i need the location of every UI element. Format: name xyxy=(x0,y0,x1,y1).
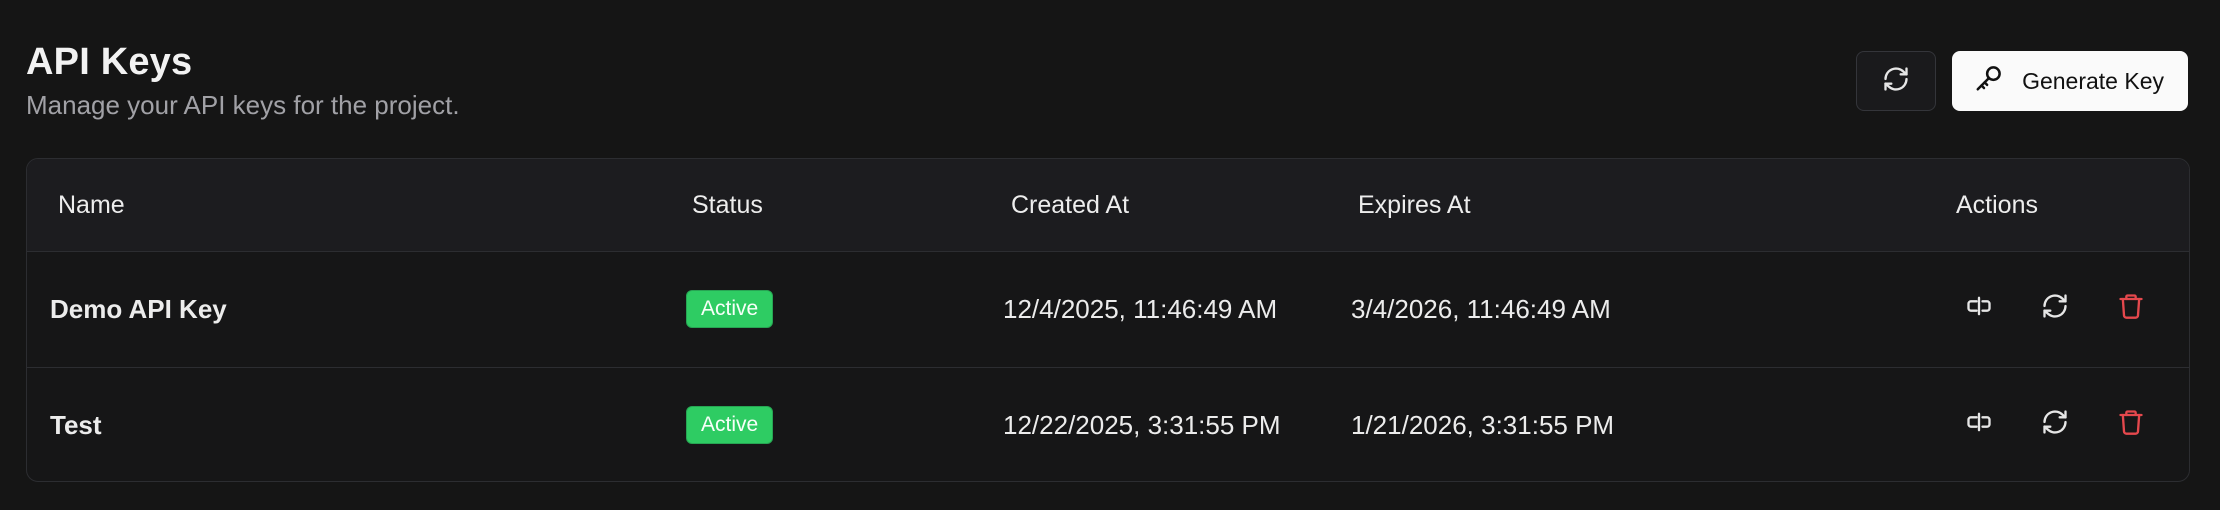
header-actions: Generate Key xyxy=(1856,51,2188,111)
page-subtitle: Manage your API keys for the project. xyxy=(26,90,460,120)
status-badge: Active xyxy=(686,290,774,328)
column-header-created-at: Created At xyxy=(1011,191,1130,219)
page-title: API Keys xyxy=(26,41,193,83)
trash-icon xyxy=(2117,292,2145,327)
trash-icon xyxy=(2117,408,2145,443)
refresh-button[interactable] xyxy=(1856,51,1937,111)
column-header-actions: Actions xyxy=(1956,191,2038,219)
rotate-key-button[interactable] xyxy=(2037,407,2073,443)
rotate-icon xyxy=(2041,408,2069,443)
status-badge: Active xyxy=(686,406,774,444)
column-header-status: Status xyxy=(692,191,763,219)
key-name: Demo API Key xyxy=(50,294,227,324)
table-header: Name Status Created At Expires At Action… xyxy=(27,159,2189,252)
key-name: Test xyxy=(50,410,102,440)
expires-at: 3/4/2026, 11:46:49 AM xyxy=(1351,294,1611,324)
refresh-icon xyxy=(1882,65,1910,98)
rotate-key-button[interactable] xyxy=(2037,291,2073,327)
delete-key-button[interactable] xyxy=(2113,407,2149,443)
toggle-key-button[interactable] xyxy=(1961,407,1997,443)
column-header-name: Name xyxy=(58,191,125,219)
key-icon xyxy=(1974,63,2004,99)
api-keys-page: API Keys Manage your API keys for the pr… xyxy=(0,0,2220,510)
table-row: Demo API Key Active 12/4/2025, 11:46:49 … xyxy=(27,252,2189,368)
table-row: Test Active 12/22/2025, 3:31:55 PM 1/21/… xyxy=(27,368,2189,481)
created-at: 12/22/2025, 3:31:55 PM xyxy=(1003,410,1281,440)
rotate-icon xyxy=(2041,292,2069,327)
generate-key-button[interactable]: Generate Key xyxy=(1952,51,2188,111)
page-header: API Keys Manage your API keys for the pr… xyxy=(26,36,460,122)
expires-at: 1/21/2026, 3:31:55 PM xyxy=(1351,410,1615,440)
delete-key-button[interactable] xyxy=(2113,291,2149,327)
toggle-key-button[interactable] xyxy=(1961,291,1997,327)
column-header-expires-at: Expires At xyxy=(1358,191,1471,219)
toggle-icon xyxy=(1965,408,1993,443)
created-at: 12/4/2025, 11:46:49 AM xyxy=(1003,294,1278,324)
toggle-icon xyxy=(1965,292,1993,327)
api-keys-table: Name Status Created At Expires At Action… xyxy=(26,158,2190,482)
generate-key-label: Generate Key xyxy=(2022,67,2164,94)
